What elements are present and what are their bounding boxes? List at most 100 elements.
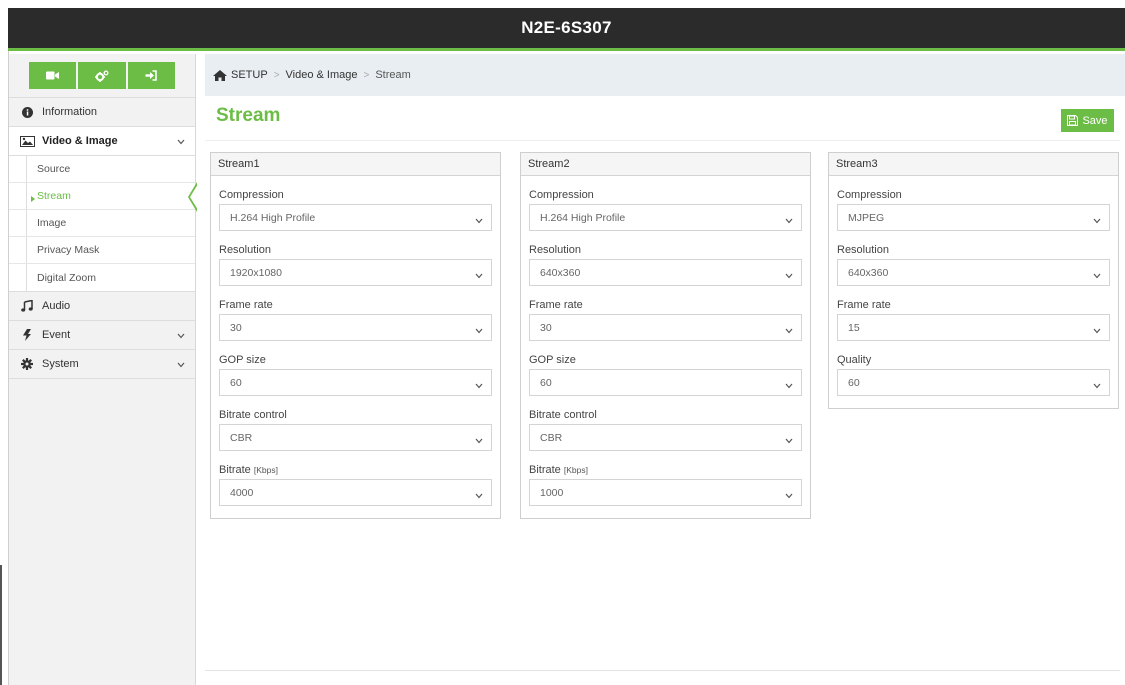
sidebar-item-information[interactable]: Information	[9, 98, 195, 127]
chevron-down-icon	[475, 380, 483, 392]
select-value: 1000	[540, 486, 564, 499]
chevron-down-icon	[475, 215, 483, 227]
submenu-item-label: Stream	[37, 190, 71, 202]
panel-header: Stream2	[521, 153, 810, 176]
chevron-down-icon	[475, 270, 483, 282]
edge-marker	[0, 565, 2, 685]
frame-rate-select[interactable]: 30	[529, 314, 802, 341]
breadcrumb-middle[interactable]: Video & Image	[286, 69, 358, 81]
select-value: 60	[230, 376, 242, 389]
bitrate-control-select[interactable]: CBR	[529, 424, 802, 451]
gop-size-select[interactable]: 60	[529, 369, 802, 396]
frame-rate-select[interactable]: 30	[219, 314, 492, 341]
submenu-item-digital-zoom[interactable]: Digital Zoom	[9, 264, 195, 291]
bitrate-select[interactable]: 1000	[529, 479, 802, 506]
stream2-panel: Stream2 Compression H.264 High Profile R…	[520, 152, 811, 519]
chevron-down-icon	[785, 435, 793, 447]
live-view-button[interactable]	[29, 62, 77, 89]
home-icon	[213, 69, 227, 81]
breadcrumb: SETUP > Video & Image > Stream	[205, 54, 1125, 96]
setup-button[interactable]	[78, 62, 126, 89]
select-value: MJPEG	[848, 211, 885, 224]
floppy-disk-icon	[1067, 115, 1079, 126]
submenu-item-privacy-mask[interactable]: Privacy Mask	[9, 237, 195, 264]
chevron-down-icon	[475, 325, 483, 337]
chevron-down-icon	[475, 435, 483, 447]
select-value: 30	[230, 321, 242, 334]
field-label: GOP size	[529, 354, 576, 366]
image-icon	[19, 134, 35, 148]
submenu-item-label: Privacy Mask	[37, 244, 100, 256]
video-camera-icon	[46, 71, 60, 80]
logout-icon	[145, 70, 158, 81]
select-value: 1920x1080	[230, 266, 282, 279]
chevron-down-icon	[785, 215, 793, 227]
top-header-bar: N2E-6S307	[8, 8, 1125, 51]
frame-rate-select[interactable]: 15	[837, 314, 1110, 341]
submenu-item-label: Image	[37, 217, 67, 229]
sidebar-item-audio[interactable]: Audio	[9, 292, 195, 321]
field-unit: [Kbps]	[253, 465, 278, 475]
sidebar-item-label: System	[42, 358, 79, 370]
sidebar: Information Video & Image Source Stream …	[9, 54, 198, 685]
title-divider	[205, 140, 1120, 141]
gop-size-select[interactable]: 60	[219, 369, 492, 396]
sidebar-item-label: Information	[42, 106, 98, 118]
chevron-down-icon	[177, 330, 185, 342]
chevron-down-icon	[1093, 380, 1101, 392]
field-label: Bitrate control	[219, 409, 287, 421]
field-label: Resolution	[219, 244, 271, 256]
sidebar-item-system[interactable]: System	[9, 350, 195, 379]
chevron-down-icon	[1093, 270, 1101, 282]
field-label: Quality	[837, 354, 872, 366]
field-label: Compression	[529, 189, 594, 201]
main-content: SETUP > Video & Image > Stream Stream Sa…	[205, 54, 1125, 685]
device-name-title: N2E-6S307	[521, 18, 612, 37]
chevron-down-icon	[785, 325, 793, 337]
breadcrumb-separator-icon: >	[363, 69, 370, 81]
chevron-down-icon	[177, 359, 185, 371]
sidebar-item-video-image[interactable]: Video & Image	[9, 127, 195, 156]
resolution-select[interactable]: 1920x1080	[219, 259, 492, 286]
breadcrumb-current: Stream	[375, 69, 411, 81]
field-label: Bitrate control	[529, 409, 597, 421]
save-button[interactable]: Save	[1061, 109, 1114, 132]
submenu-item-stream[interactable]: Stream	[9, 182, 198, 212]
info-icon	[19, 105, 35, 119]
footer-divider	[205, 670, 1120, 671]
chevron-down-icon	[1093, 325, 1101, 337]
select-value: CBR	[540, 431, 563, 444]
field-label: Frame rate	[837, 299, 891, 311]
submenu-item-label: Digital Zoom	[37, 271, 96, 284]
stream1-panel: Stream1 Compression H.264 High Profile R…	[210, 152, 501, 519]
resolution-select[interactable]: 640x360	[837, 259, 1110, 286]
sidebar-item-label: Audio	[42, 300, 71, 312]
field-unit: [Kbps]	[563, 465, 588, 475]
resolution-select[interactable]: 640x360	[529, 259, 802, 286]
panel-header: Stream3	[829, 153, 1118, 176]
page-title: Stream	[216, 105, 281, 126]
bolt-icon	[19, 328, 35, 342]
field-label: Bitrate [Kbps]	[219, 462, 492, 479]
chevron-down-icon	[785, 490, 793, 502]
logout-button[interactable]	[127, 62, 175, 89]
stream3-panel: Stream3 Compression MJPEG Resolution 640…	[828, 152, 1119, 409]
breadcrumb-separator-icon: >	[273, 69, 280, 81]
select-value: 60	[540, 376, 552, 389]
bitrate-control-select[interactable]: CBR	[219, 424, 492, 451]
compression-select[interactable]: H.264 High Profile	[219, 204, 492, 231]
breadcrumb-root[interactable]: SETUP	[231, 69, 268, 81]
compression-select[interactable]: H.264 High Profile	[529, 204, 802, 231]
select-value: 30	[540, 321, 552, 334]
sidebar-item-event[interactable]: Event	[9, 321, 195, 350]
field-label-text: Bitrate	[529, 464, 561, 476]
quality-select[interactable]: 60	[837, 369, 1110, 396]
field-label: Frame rate	[219, 299, 273, 311]
panel-body: Compression MJPEG Resolution 640x360 Fra…	[829, 176, 1118, 408]
submenu-item-source[interactable]: Source	[9, 156, 195, 183]
compression-select[interactable]: MJPEG	[837, 204, 1110, 231]
sidebar-item-label: Event	[42, 329, 71, 341]
submenu-item-image[interactable]: Image	[9, 210, 195, 237]
field-label-text: Bitrate	[219, 464, 251, 476]
bitrate-select[interactable]: 4000	[219, 479, 492, 506]
